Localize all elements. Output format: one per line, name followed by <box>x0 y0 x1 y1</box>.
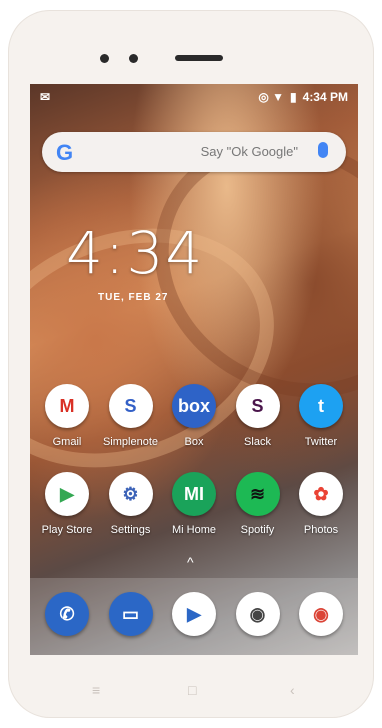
duo-icon: ▶ <box>172 592 216 636</box>
recent-apps-icon[interactable]: ≡ <box>92 682 100 698</box>
app-play-store[interactable]: ▶ Play Store <box>36 472 98 536</box>
app-label: Gmail <box>52 436 82 448</box>
dock-app-camera[interactable]: ◉ <box>227 592 289 636</box>
twitter-icon: t <box>299 384 343 428</box>
home-screen: ✉ ◎ ▼ ▮ 4:34 PM G Say "Ok Google" 4:34 T… <box>30 84 358 655</box>
dock-app-duo[interactable]: ▶ <box>163 592 225 636</box>
mi-home-icon: MI <box>172 472 216 516</box>
home-button-icon[interactable]: □ <box>188 682 196 698</box>
google-logo-icon: G <box>56 140 74 165</box>
app-settings[interactable]: ⚙ Settings <box>100 472 162 536</box>
camera-icon: ◉ <box>235 592 280 636</box>
gmail-icon: M <box>45 384 89 428</box>
back-icon[interactable]: ‹ <box>290 682 295 698</box>
play-store-icon: ▶ <box>45 472 89 516</box>
signal-icon: ◎ ▼ <box>258 90 285 104</box>
status-time: 4:34 PM <box>302 90 348 104</box>
dock-row: ✆ ▭ ▶ ◉ ◉ <box>36 592 352 636</box>
app-twitter[interactable]: t Twitter <box>290 384 352 448</box>
slack-icon: S <box>235 384 280 428</box>
spotify-icon: ≋ <box>235 472 280 516</box>
phone-icon: ✆ <box>45 592 89 636</box>
app-label: Twitter <box>304 436 338 448</box>
simplenote-icon: S <box>108 384 153 428</box>
settings-icon: ⚙ <box>108 472 153 516</box>
app-simplenote[interactable]: S Simplenote <box>100 384 162 448</box>
chrome-icon: ◉ <box>299 592 343 636</box>
battery-icon: ▮ <box>290 90 297 104</box>
earpiece-speaker <box>175 55 223 61</box>
app-label: Photos <box>303 524 339 536</box>
app-spotify[interactable]: ≋ Spotify <box>227 472 289 536</box>
app-mi-home[interactable]: MI Mi Home <box>163 472 225 536</box>
front-camera <box>100 54 109 63</box>
app-label: Simplenote <box>102 436 159 448</box>
photos-icon: ✿ <box>299 472 343 516</box>
clock-widget[interactable]: 4:34 <box>66 219 204 287</box>
app-label: Box <box>184 436 204 448</box>
mail-icon: ✉ <box>40 90 51 104</box>
box-icon: box <box>172 384 216 428</box>
app-gmail[interactable]: M Gmail <box>36 384 98 448</box>
date-label[interactable]: TUE, FEB 27 <box>98 292 168 303</box>
app-photos[interactable]: ✿ Photos <box>290 472 352 536</box>
app-drawer-chevron-up-icon[interactable]: ^ <box>187 554 194 570</box>
dock-app-chrome[interactable]: ◉ <box>290 592 352 636</box>
dock-app-messages[interactable]: ▭ <box>100 592 162 636</box>
messages-icon: ▭ <box>108 592 153 636</box>
dock-app-phone[interactable]: ✆ <box>36 592 98 636</box>
mic-icon[interactable] <box>318 142 328 158</box>
dock: ✆ ▭ ▶ ◉ ◉ <box>30 578 358 655</box>
app-label: Slack <box>244 436 271 448</box>
app-label: Play Store <box>41 524 93 536</box>
app-row-1: M Gmail S Simplenote box Box S Slack t Twitter <box>36 384 352 448</box>
app-box[interactable]: box Box <box>163 384 225 448</box>
app-row-2: ▶ Play Store ⚙ Settings MI Mi Home ≋ Spotify ✿ Ph… <box>36 472 352 536</box>
status-bar: ✉ ◎ ▼ ▮ 4:34 PM <box>30 84 358 110</box>
search-placeholder: Say "Ok Google" <box>200 144 298 159</box>
app-label: Mi Home <box>171 524 216 536</box>
sensor <box>129 54 138 63</box>
app-label: Spotify <box>240 524 275 536</box>
app-label: Settings <box>110 524 151 536</box>
app-slack[interactable]: S Slack <box>227 384 289 448</box>
google-search-bar[interactable]: G Say "Ok Google" <box>42 132 346 172</box>
